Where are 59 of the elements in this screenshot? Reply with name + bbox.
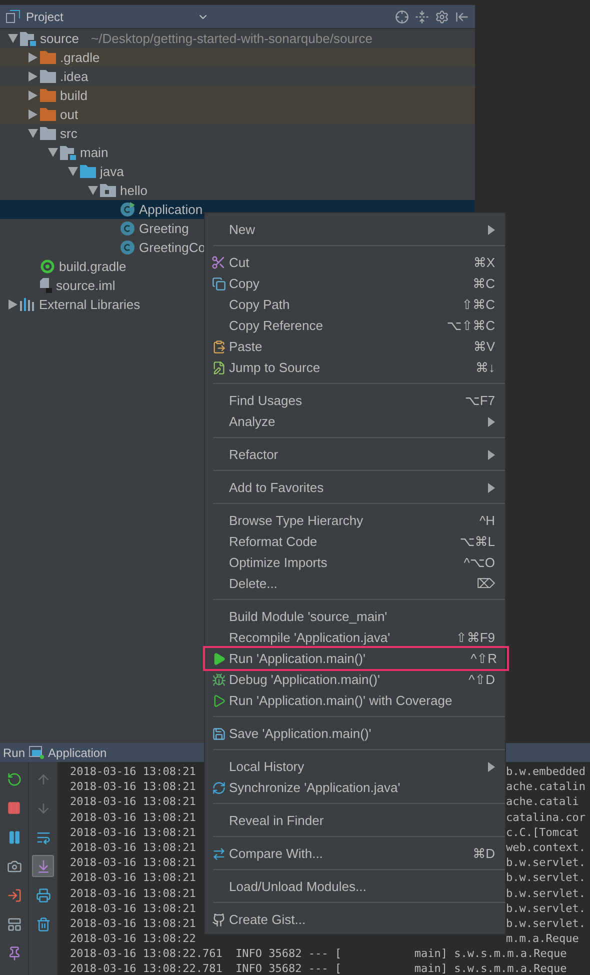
log-logger: ache.catali [506, 794, 580, 810]
log-logger: b.w.embedded [506, 764, 586, 780]
tree-item-label: build.gradle [59, 259, 126, 274]
shortcut-label: ^H [480, 513, 495, 528]
log-line: 2018-03-16 13:08:22.761 INFO 35682 --- [ main] s.w.s.m.m.a.Reque [70, 946, 568, 962]
log-timestamp: 2018-03-16 13:08:21 [70, 764, 197, 780]
shortcut-label: ⇧⌘C [462, 296, 495, 312]
log-timestamp: 2018-03-16 13:08:21 [70, 840, 197, 856]
module-path: ~/Desktop/getting-started-with-sonarqube/source [91, 31, 372, 46]
log-timestamp: 2018-03-16 13:08:21 [70, 810, 197, 825]
tree-item-label: GreetingCo [139, 240, 206, 255]
tree-item-label: build [60, 88, 88, 103]
log-logger: ache.catalin [506, 779, 586, 794]
tree-item-label: Application [139, 202, 203, 217]
panel-title: Project [26, 10, 64, 24]
log-logger: m.m.a.Reque [506, 931, 580, 946]
shortcut-label: ⌥⌘L [460, 534, 495, 550]
shortcut-label: ⌘X [473, 254, 495, 270]
tree-item-label: .gradle [60, 50, 100, 65]
tree-item-label: java [100, 164, 124, 179]
tree-item-label: hello [120, 183, 148, 198]
shortcut-label: ⌥F7 [464, 392, 495, 408]
log-timestamp: 2018-03-16 13:08:21 [70, 855, 197, 870]
shortcut-label: ^⌥O [464, 554, 495, 570]
shortcut-label: ⌘↓ [476, 360, 495, 376]
log-timestamp: 2018-03-16 13:08:21 [70, 824, 197, 840]
log-logger: b.w.servlet. [506, 900, 586, 916]
log-timestamp: 2018-03-16 13:08:21 [70, 886, 197, 901]
tree-item-label: src [60, 126, 78, 141]
log-logger: catalina.cor [506, 810, 586, 825]
shortcut-label: ^⇧D [468, 672, 495, 688]
tree-item-label: .idea [60, 69, 88, 84]
run-label: Run [3, 746, 26, 760]
shortcut-label: ⌘C [472, 276, 495, 292]
shortcut-label: ^⇧R [470, 650, 497, 666]
log-timestamp: 2018-03-16 13:08:21 [70, 794, 197, 810]
tree-item-label: main [80, 145, 108, 160]
log-logger: b.w.servlet. [506, 855, 586, 870]
log-timestamp: 2018-03-16 13:08:21 [70, 870, 197, 886]
shortcut-label: ⌥⇧⌘C [446, 318, 495, 334]
log-logger: web.context. [506, 840, 586, 856]
log-timestamp: 2018-03-16 13:08:22 [70, 931, 197, 946]
tree-item-label: source.iml [56, 278, 116, 293]
log-logger: b.w.servlet. [506, 886, 586, 901]
shortcut-label: ⌘V [473, 338, 495, 354]
log-timestamp: 2018-03-16 13:08:21 [70, 900, 197, 916]
shortcut-label: ⌦ [476, 576, 495, 592]
tree-item-label: source [40, 31, 80, 46]
tree-item-label: out [60, 107, 78, 122]
tree-item-label: Greeting [139, 221, 189, 236]
shortcut-label: ⇧⌘F9 [456, 630, 495, 646]
log-timestamp: 2018-03-16 13:08:21 [70, 916, 197, 932]
log-logger: b.w.servlet. [506, 916, 586, 932]
log-line: 2018-03-16 13:08:22.781 INFO 35682 --- [ main] s.w.s.m.m.a.Reque [70, 961, 568, 975]
tree-item-label: External Libraries [39, 297, 140, 312]
log-timestamp: 2018-03-16 13:08:21 [70, 779, 197, 794]
log-logger: b.w.servlet. [506, 870, 586, 886]
shortcut-label: ⌘D [472, 846, 495, 862]
log-logger: c.C.[Tomcat [506, 824, 580, 840]
